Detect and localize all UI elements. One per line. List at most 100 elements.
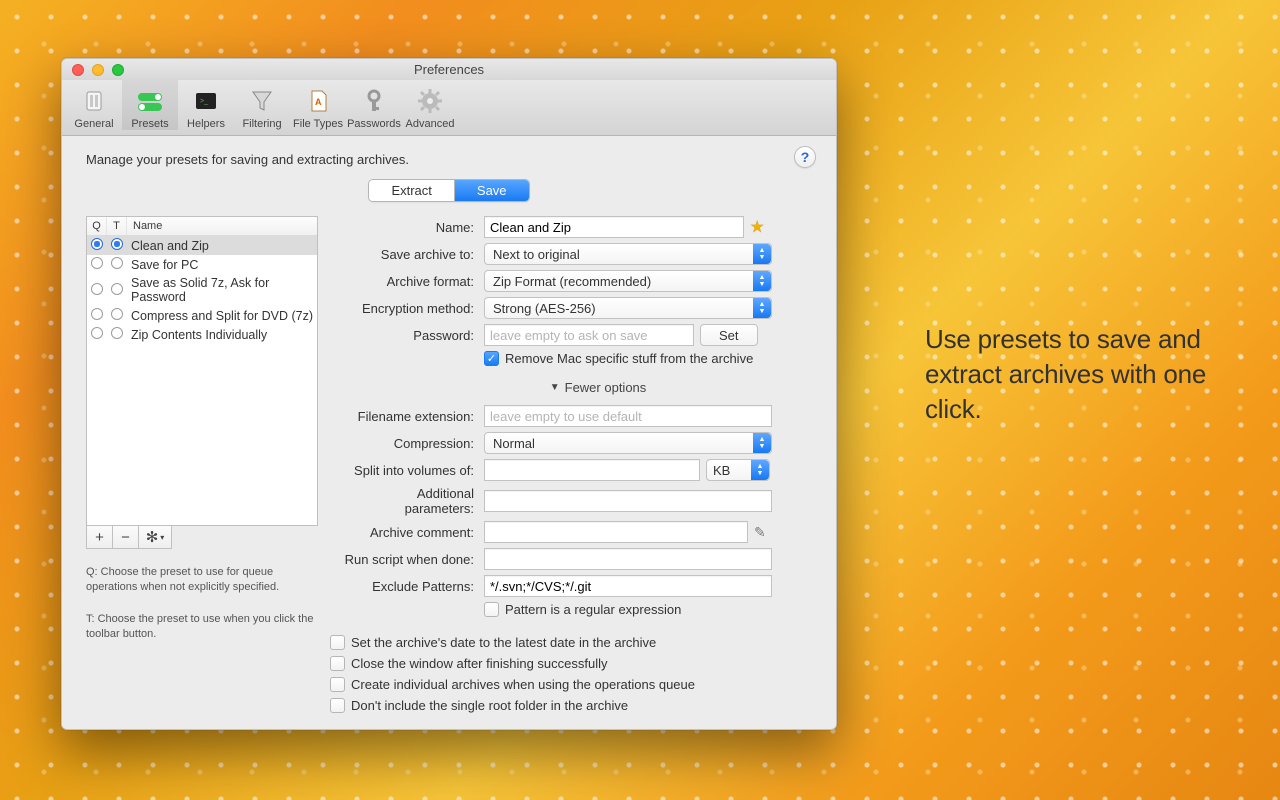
exclude-field[interactable] [484,575,772,597]
t-radio[interactable] [107,283,127,298]
titlebar: Preferences [62,59,836,80]
note-q: Q: Choose the preset to use for queue op… [86,565,318,596]
table-row[interactable]: Clean and Zip [87,236,317,255]
label-comment: Archive comment: [344,525,484,540]
compression-select[interactable]: Normal ▲▼ [484,432,772,454]
updown-icon: ▲▼ [753,244,771,264]
encryption-select[interactable]: Strong (AES-256) ▲▼ [484,297,772,319]
label-split: Split into volumes of: [344,463,484,478]
col-q[interactable]: Q [87,217,107,235]
table-row[interactable]: Zip Contents Individually [87,325,317,344]
updown-icon: ▲▼ [751,460,769,480]
table-row[interactable]: Compress and Split for DVD (7z) [87,306,317,325]
table-row[interactable]: Save as Solid 7z, Ask for Password [87,274,317,306]
chevron-down-icon: ▾ [160,533,164,542]
close-window-checkbox[interactable]: Close the window after finishing success… [330,656,812,671]
t-radio[interactable] [107,308,127,323]
q-radio[interactable] [87,257,107,272]
fewer-options-toggle[interactable]: ▼ Fewer options [344,380,812,395]
q-radio[interactable] [87,308,107,323]
segment-extract[interactable]: Extract [369,180,453,201]
set-button[interactable]: Set [700,324,758,346]
individual-archives-checkbox[interactable]: Create individual archives when using th… [330,677,812,692]
terminal-icon: >_ [178,84,234,118]
name-field[interactable] [484,216,744,238]
label-params: Additional parameters: [344,486,484,516]
window-title: Preferences [62,62,836,77]
col-name[interactable]: Name [127,217,317,235]
tab-label: Advanced [402,118,458,130]
comment-field[interactable] [484,521,748,543]
preset-name: Compress and Split for DVD (7z) [127,309,317,323]
pencil-icon[interactable]: ✎ [754,524,766,541]
tab-helpers[interactable]: >_ Helpers [178,80,234,130]
tab-filtering[interactable]: Filtering [234,80,290,130]
checkbox-label: Create individual archives when using th… [351,677,695,692]
content-area: ? Manage your presets for saving and ext… [62,136,836,729]
preset-name: Save as Solid 7z, Ask for Password [127,276,317,304]
note-t: T: Choose the preset to use when you cli… [86,612,318,643]
extract-save-segmented: Extract Save [368,179,529,202]
t-radio[interactable] [107,257,127,272]
tab-presets[interactable]: Presets [122,80,178,130]
q-radio[interactable] [87,283,107,298]
preset-action-menu[interactable]: ✻▾ [139,526,171,548]
q-radio[interactable] [87,238,107,253]
checkbox-icon [330,698,345,713]
tab-advanced[interactable]: Advanced [402,80,458,130]
no-root-checkbox[interactable]: Don't include the single root folder in … [330,698,812,713]
tab-file-types[interactable]: A File Types [290,80,346,130]
q-radio[interactable] [87,327,107,342]
t-radio[interactable] [107,238,127,253]
gear-icon: ✻ [146,528,159,546]
preset-name: Save for PC [127,258,317,272]
label-exclude: Exclude Patterns: [344,579,484,594]
label-extension: Filename extension: [344,409,484,424]
select-value: Next to original [493,247,580,262]
checkbox-label: Set the archive's date to the latest dat… [351,635,656,650]
split-size-field[interactable] [484,459,700,481]
filetype-icon: A [290,84,346,118]
checkbox-icon: ✓ [484,351,499,366]
segment-save[interactable]: Save [454,180,529,201]
preset-name: Clean and Zip [127,239,317,253]
plus-icon: + [95,529,104,546]
remove-mac-checkbox[interactable]: ✓ Remove Mac specific stuff from the arc… [484,351,753,366]
tab-label: Presets [122,118,178,130]
extension-field[interactable] [484,405,772,427]
tab-label: General [66,118,122,130]
archive-date-checkbox[interactable]: Set the archive's date to the latest dat… [330,635,812,650]
label-script: Run script when done: [344,552,484,567]
gear-icon [402,84,458,118]
tab-label: Passwords [346,118,402,130]
help-button[interactable]: ? [794,146,816,168]
table-header: Q T Name [87,217,317,236]
key-icon [346,84,402,118]
tab-label: File Types [290,118,346,130]
table-row[interactable]: Save for PC [87,255,317,274]
col-t[interactable]: T [107,217,127,235]
regex-checkbox[interactable]: Pattern is a regular expression [484,602,681,617]
select-value: Strong (AES-256) [493,301,596,316]
preset-table: Q T Name Clean and Zip Save [86,216,318,526]
tab-passwords[interactable]: Passwords [346,80,402,130]
checkbox-icon [330,656,345,671]
checkbox-label: Don't include the single root folder in … [351,698,628,713]
split-unit-select[interactable]: KB ▲▼ [706,459,770,481]
add-preset-button[interactable]: + [87,526,113,548]
star-icon[interactable]: ★ [750,217,764,237]
script-field[interactable] [484,548,772,570]
params-field[interactable] [484,490,772,512]
remove-preset-button[interactable]: − [113,526,139,548]
password-field[interactable] [484,324,694,346]
format-select[interactable]: Zip Format (recommended) ▲▼ [484,270,772,292]
tab-label: Helpers [178,118,234,130]
tab-general[interactable]: General [66,80,122,130]
t-radio[interactable] [107,327,127,342]
updown-icon: ▲▼ [753,271,771,291]
save-to-select[interactable]: Next to original ▲▼ [484,243,772,265]
preferences-window: Preferences General Presets >_ Helpers F… [61,58,837,730]
toolbar: General Presets >_ Helpers Filtering A F… [62,80,836,136]
label-password: Password: [344,328,484,343]
pane-description: Manage your presets for saving and extra… [86,152,812,167]
